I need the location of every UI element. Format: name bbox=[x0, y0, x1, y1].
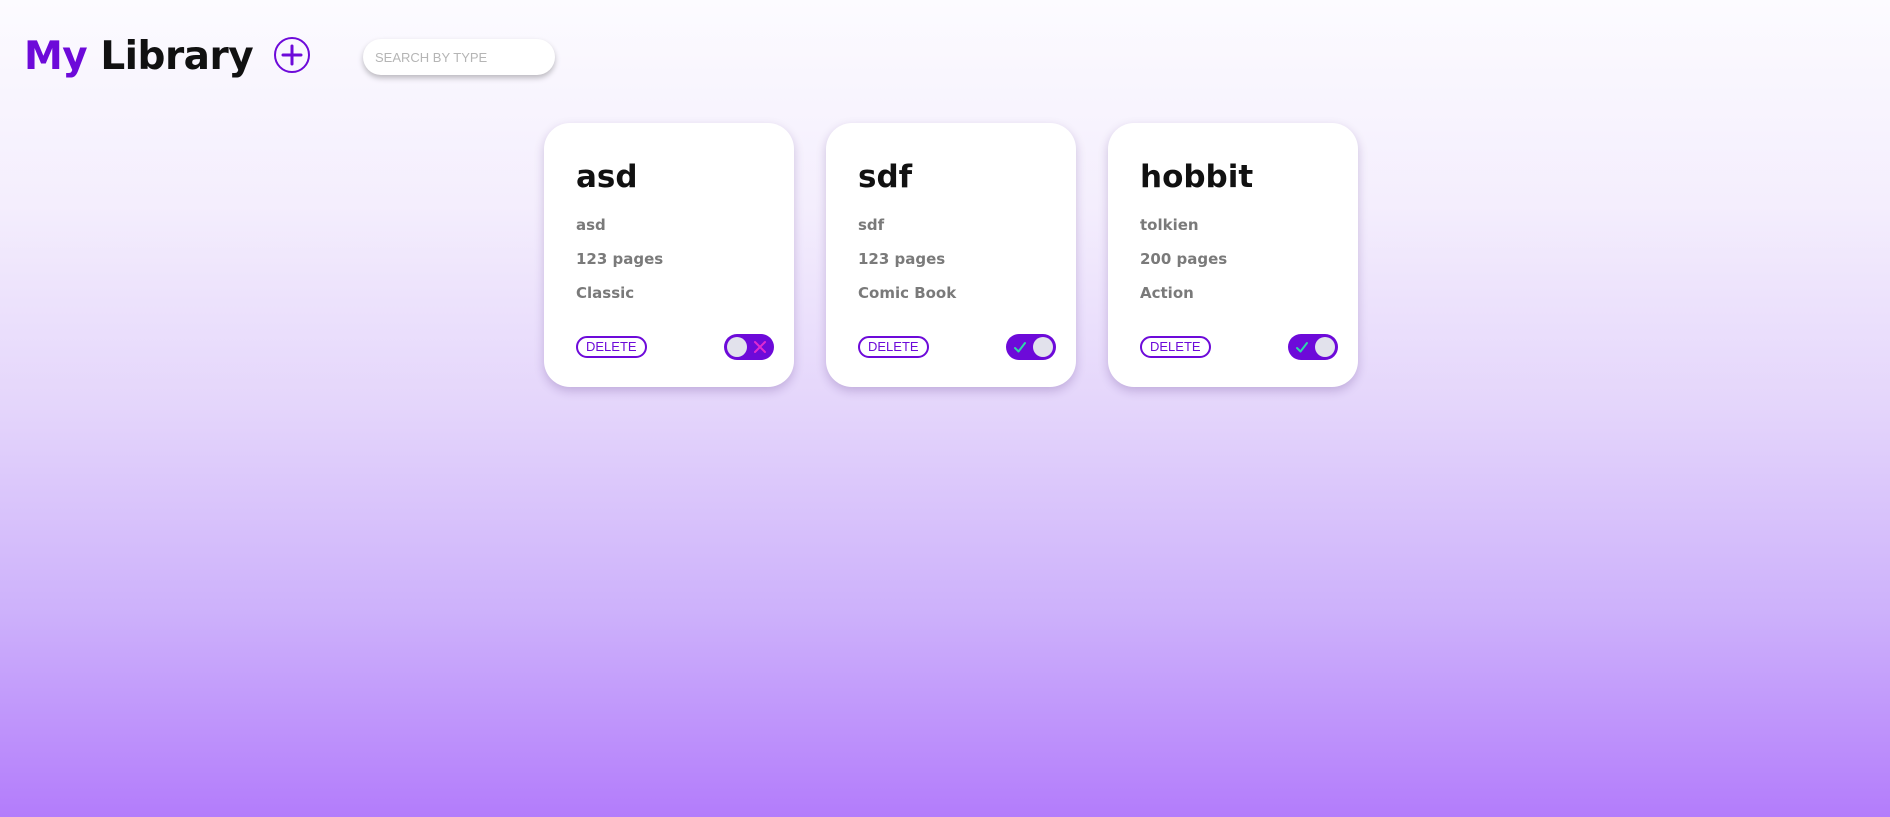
check-icon bbox=[1014, 342, 1026, 353]
book-genre: Comic Book bbox=[858, 284, 957, 302]
book-list: asd asd 123 pages Classic DELETE sdf sdf… bbox=[544, 123, 1358, 387]
page-title: My Library bbox=[24, 32, 254, 82]
book-pages: 200 pages bbox=[1140, 250, 1228, 268]
card-footer: DELETE bbox=[1140, 334, 1338, 360]
title-my: My bbox=[24, 34, 88, 79]
book-card: sdf sdf 123 pages Comic Book DELETE bbox=[826, 123, 1076, 387]
delete-button[interactable]: DELETE bbox=[858, 336, 929, 358]
add-book-button[interactable] bbox=[274, 37, 310, 73]
header: My Library bbox=[24, 32, 555, 82]
book-author: tolkien bbox=[1140, 216, 1199, 234]
toggle-knob bbox=[1033, 337, 1053, 357]
toggle-knob bbox=[727, 337, 747, 357]
book-title: asd bbox=[576, 159, 638, 195]
read-toggle[interactable] bbox=[1288, 334, 1338, 360]
search-input[interactable] bbox=[363, 39, 555, 75]
toggle-knob bbox=[1315, 337, 1335, 357]
book-card: hobbit tolkien 200 pages Action DELETE bbox=[1108, 123, 1358, 387]
book-title: sdf bbox=[858, 159, 913, 195]
book-pages: 123 pages bbox=[576, 250, 664, 268]
card-footer: DELETE bbox=[858, 334, 1056, 360]
book-genre: Action bbox=[1140, 284, 1194, 302]
read-toggle[interactable] bbox=[724, 334, 774, 360]
read-toggle[interactable] bbox=[1006, 334, 1056, 360]
book-pages: 123 pages bbox=[858, 250, 946, 268]
plus-circle-icon bbox=[281, 44, 303, 66]
close-icon bbox=[754, 341, 766, 353]
delete-button[interactable]: DELETE bbox=[1140, 336, 1211, 358]
title-library: Library bbox=[100, 34, 254, 79]
check-icon bbox=[1296, 342, 1308, 353]
book-author: sdf bbox=[858, 216, 885, 234]
book-card: asd asd 123 pages Classic DELETE bbox=[544, 123, 794, 387]
card-footer: DELETE bbox=[576, 334, 774, 360]
book-title: hobbit bbox=[1140, 159, 1254, 195]
book-genre: Classic bbox=[576, 284, 635, 302]
book-author: asd bbox=[576, 216, 606, 234]
delete-button[interactable]: DELETE bbox=[576, 336, 647, 358]
